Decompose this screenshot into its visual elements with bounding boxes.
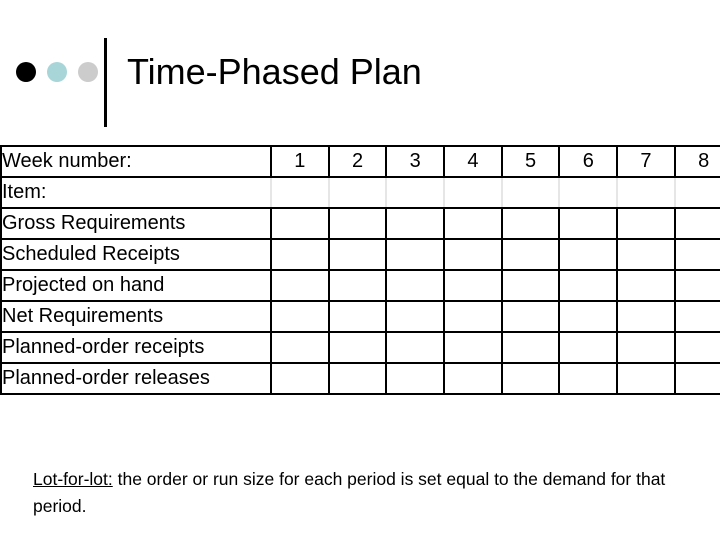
cell-scheduled-7[interactable] [616,238,676,271]
cell-gross-6[interactable] [558,207,619,240]
table-body: Week number: 1 2 3 4 5 6 7 8 Item: Gross… [0,145,720,395]
row-label-net-requirements: Net Requirements [0,300,272,333]
cell-gross-5[interactable] [500,207,561,240]
cell-projected-7[interactable] [616,269,676,302]
cell-item-4[interactable] [443,176,503,209]
cell-po-receipts-5[interactable] [500,331,561,364]
dot-gray-icon [78,62,98,82]
table-row: Item: [0,176,720,209]
dot-black-icon [16,62,36,82]
table-row: Planned-order releases [0,362,720,395]
cell-item-6[interactable] [558,176,619,209]
cell-item-7[interactable] [616,176,676,209]
cell-item-3[interactable] [385,176,446,209]
cell-gross-3[interactable] [385,207,446,240]
cell-item-5[interactable] [500,176,561,209]
row-label-scheduled-receipts: Scheduled Receipts [0,238,272,271]
cell-projected-1[interactable] [270,269,330,302]
cell-gross-8[interactable] [673,207,720,240]
cell-projected-8[interactable] [673,269,720,302]
cell-po-receipts-8[interactable] [673,331,720,364]
slide-header: Time-Phased Plan [0,0,720,140]
week-number-5: 5 [500,145,561,178]
lot-for-lot-caption: Lot-for-lot: the order or run size for e… [33,466,697,520]
caption-term: Lot-for-lot: [33,468,113,489]
cell-scheduled-8[interactable] [673,238,720,271]
row-label-planned-order-receipts: Planned-order receipts [0,331,272,364]
table-row: Net Requirements [0,300,720,333]
cell-po-receipts-1[interactable] [270,331,330,364]
cell-scheduled-5[interactable] [500,238,561,271]
cell-scheduled-1[interactable] [270,238,330,271]
cell-po-receipts-6[interactable] [558,331,619,364]
cell-gross-1[interactable] [270,207,330,240]
page-title: Time-Phased Plan [127,51,422,92]
cell-scheduled-4[interactable] [443,238,503,271]
table-row: Scheduled Receipts [0,238,720,271]
table-row: Gross Requirements [0,207,720,240]
cell-projected-3[interactable] [385,269,446,302]
cell-gross-7[interactable] [616,207,676,240]
cell-gross-2[interactable] [327,207,388,240]
week-number-8: 8 [673,145,720,178]
week-number-7: 7 [616,145,676,178]
week-number-1: 1 [270,145,330,178]
row-label-gross-requirements: Gross Requirements [0,207,272,240]
cell-gross-4[interactable] [443,207,503,240]
caption-text: the order or run size for each period is… [33,468,666,516]
time-phased-plan-table: Week number: 1 2 3 4 5 6 7 8 Item: Gross… [0,145,720,395]
row-label-planned-order-releases: Planned-order releases [0,362,272,395]
cell-scheduled-6[interactable] [558,238,619,271]
cell-po-receipts-2[interactable] [327,331,388,364]
row-label-week-number: Week number: [0,145,272,178]
cell-item-2[interactable] [327,176,388,209]
cell-projected-4[interactable] [443,269,503,302]
cell-scheduled-3[interactable] [385,238,446,271]
cell-po-releases-1[interactable] [270,362,330,395]
table-row-week-number: Week number: 1 2 3 4 5 6 7 8 [0,145,720,178]
week-number-4: 4 [443,145,503,178]
cell-po-releases-6[interactable] [558,362,619,395]
cell-net-1[interactable] [270,300,330,333]
cell-net-7[interactable] [616,300,676,333]
cell-po-releases-4[interactable] [443,362,503,395]
table-row: Planned-order receipts [0,331,720,364]
cell-net-3[interactable] [385,300,446,333]
cell-scheduled-2[interactable] [327,238,388,271]
cell-po-receipts-3[interactable] [385,331,446,364]
cell-item-1[interactable] [270,176,330,209]
row-label-item: Item: [0,176,272,209]
week-number-3: 3 [385,145,446,178]
week-number-2: 2 [327,145,388,178]
cell-po-releases-2[interactable] [327,362,388,395]
decorative-dots [16,62,98,82]
cell-item-8[interactable] [673,176,720,209]
table-row: Projected on hand [0,269,720,302]
cell-projected-2[interactable] [327,269,388,302]
cell-po-receipts-4[interactable] [443,331,503,364]
cell-net-2[interactable] [327,300,388,333]
cell-po-releases-8[interactable] [673,362,720,395]
row-label-projected-on-hand: Projected on hand [0,269,272,302]
dot-teal-icon [47,62,67,82]
cell-net-8[interactable] [673,300,720,333]
cell-po-releases-3[interactable] [385,362,446,395]
cell-net-5[interactable] [500,300,561,333]
week-number-6: 6 [558,145,619,178]
cell-net-4[interactable] [443,300,503,333]
cell-projected-5[interactable] [500,269,561,302]
cell-projected-6[interactable] [558,269,619,302]
cell-po-releases-5[interactable] [500,362,561,395]
cell-po-receipts-7[interactable] [616,331,676,364]
header-divider-rule [104,38,107,127]
cell-net-6[interactable] [558,300,619,333]
cell-po-releases-7[interactable] [616,362,676,395]
